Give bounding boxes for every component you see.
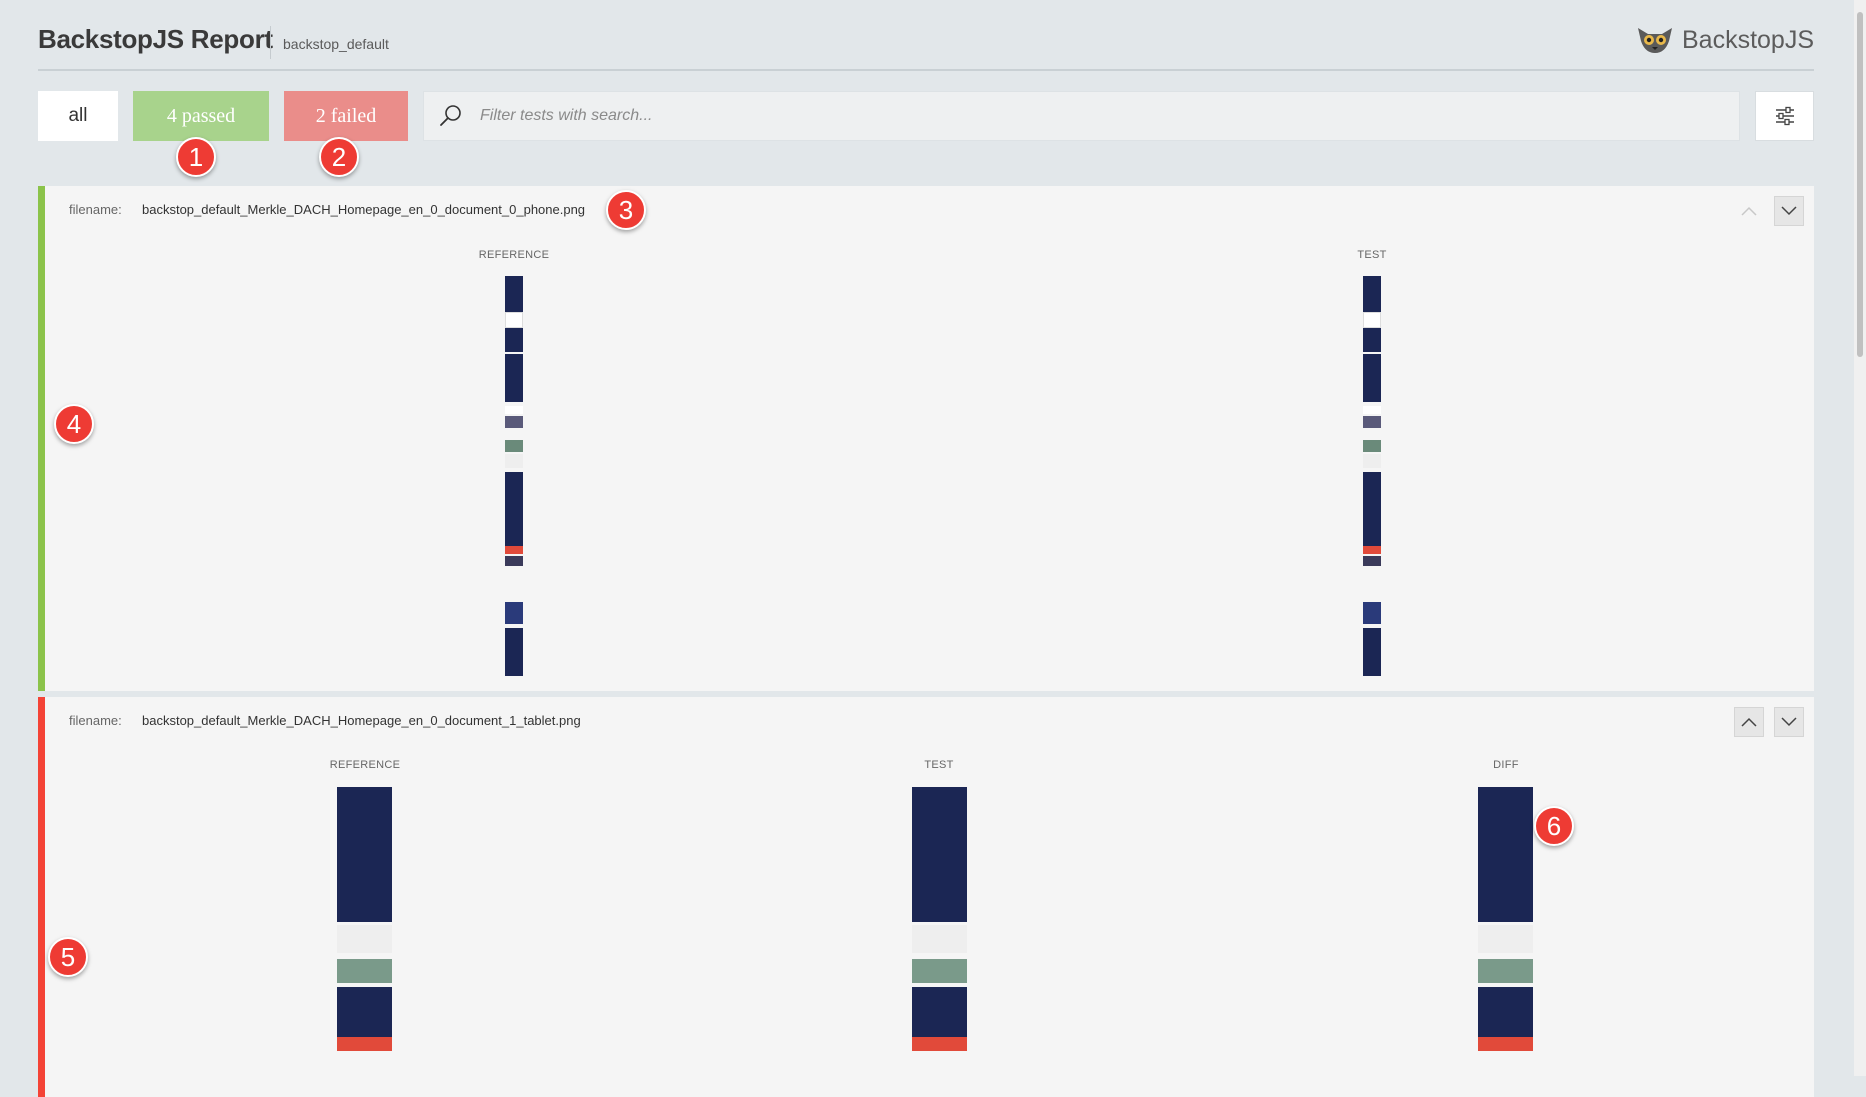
filename-label: filename: [69,713,122,728]
chevron-up-icon [1741,206,1757,216]
diff-label: DIFF [1493,759,1519,771]
chevron-up-icon [1741,717,1757,727]
annotation-marker-4: 4 [54,404,94,444]
lemur-icon [1637,28,1672,53]
annotation-marker-6: 6 [1534,806,1574,846]
scrollbar-thumb[interactable] [1857,12,1863,357]
test-label: TEST [1357,249,1387,261]
filter-all-button[interactable]: all [38,91,118,141]
search-bar [423,91,1740,141]
report-header: BackstopJS Report backstop_default Backs… [38,0,1814,71]
page-title: BackstopJS Report [38,24,273,54]
scroll-down-button[interactable] [1774,707,1804,737]
reference-label: REFERENCE [478,249,550,261]
scroll-up-button[interactable] [1734,707,1764,737]
annotation-marker-5: 5 [48,937,88,977]
header-divider [270,26,271,59]
reference-label: REFERENCE [329,759,401,771]
page-scrollbar[interactable] [1854,0,1866,1076]
diff-image[interactable] [1478,787,1533,1087]
scroll-up-button[interactable] [1734,196,1764,226]
test-image[interactable] [912,787,967,1087]
annotation-marker-1: 1 [176,137,216,177]
backstop-logo: BackstopJS [1636,22,1814,58]
settings-button[interactable] [1755,91,1814,141]
test-card-passed: filename: backstop_default_Merkle_DACH_H… [38,186,1814,691]
filename-label: filename: [69,202,122,217]
test-card-failed: filename: backstop_default_Merkle_DACH_H… [38,697,1814,1097]
test-image[interactable] [1363,276,1381,676]
annotation-marker-2: 2 [319,137,359,177]
reference-image[interactable] [337,787,392,1087]
chevron-down-icon [1781,206,1797,216]
filename-value: backstop_default_Merkle_DACH_Homepage_en… [142,713,581,728]
config-name: backstop_default [283,36,389,52]
reference-image[interactable] [505,276,523,676]
logo-text: BackstopJS [1681,25,1814,54]
scroll-down-button[interactable] [1774,196,1804,226]
sliders-icon [1775,106,1794,126]
filter-failed-button[interactable]: 2 failed [284,91,408,141]
search-icon [440,105,461,126]
chevron-down-icon [1781,717,1797,727]
filename-value: backstop_default_Merkle_DACH_Homepage_en… [142,202,586,217]
search-input[interactable] [478,106,1739,126]
filter-passed-button[interactable]: 4 passed [133,91,269,141]
annotation-marker-3: 3 [606,190,646,230]
test-label: TEST [924,759,954,771]
